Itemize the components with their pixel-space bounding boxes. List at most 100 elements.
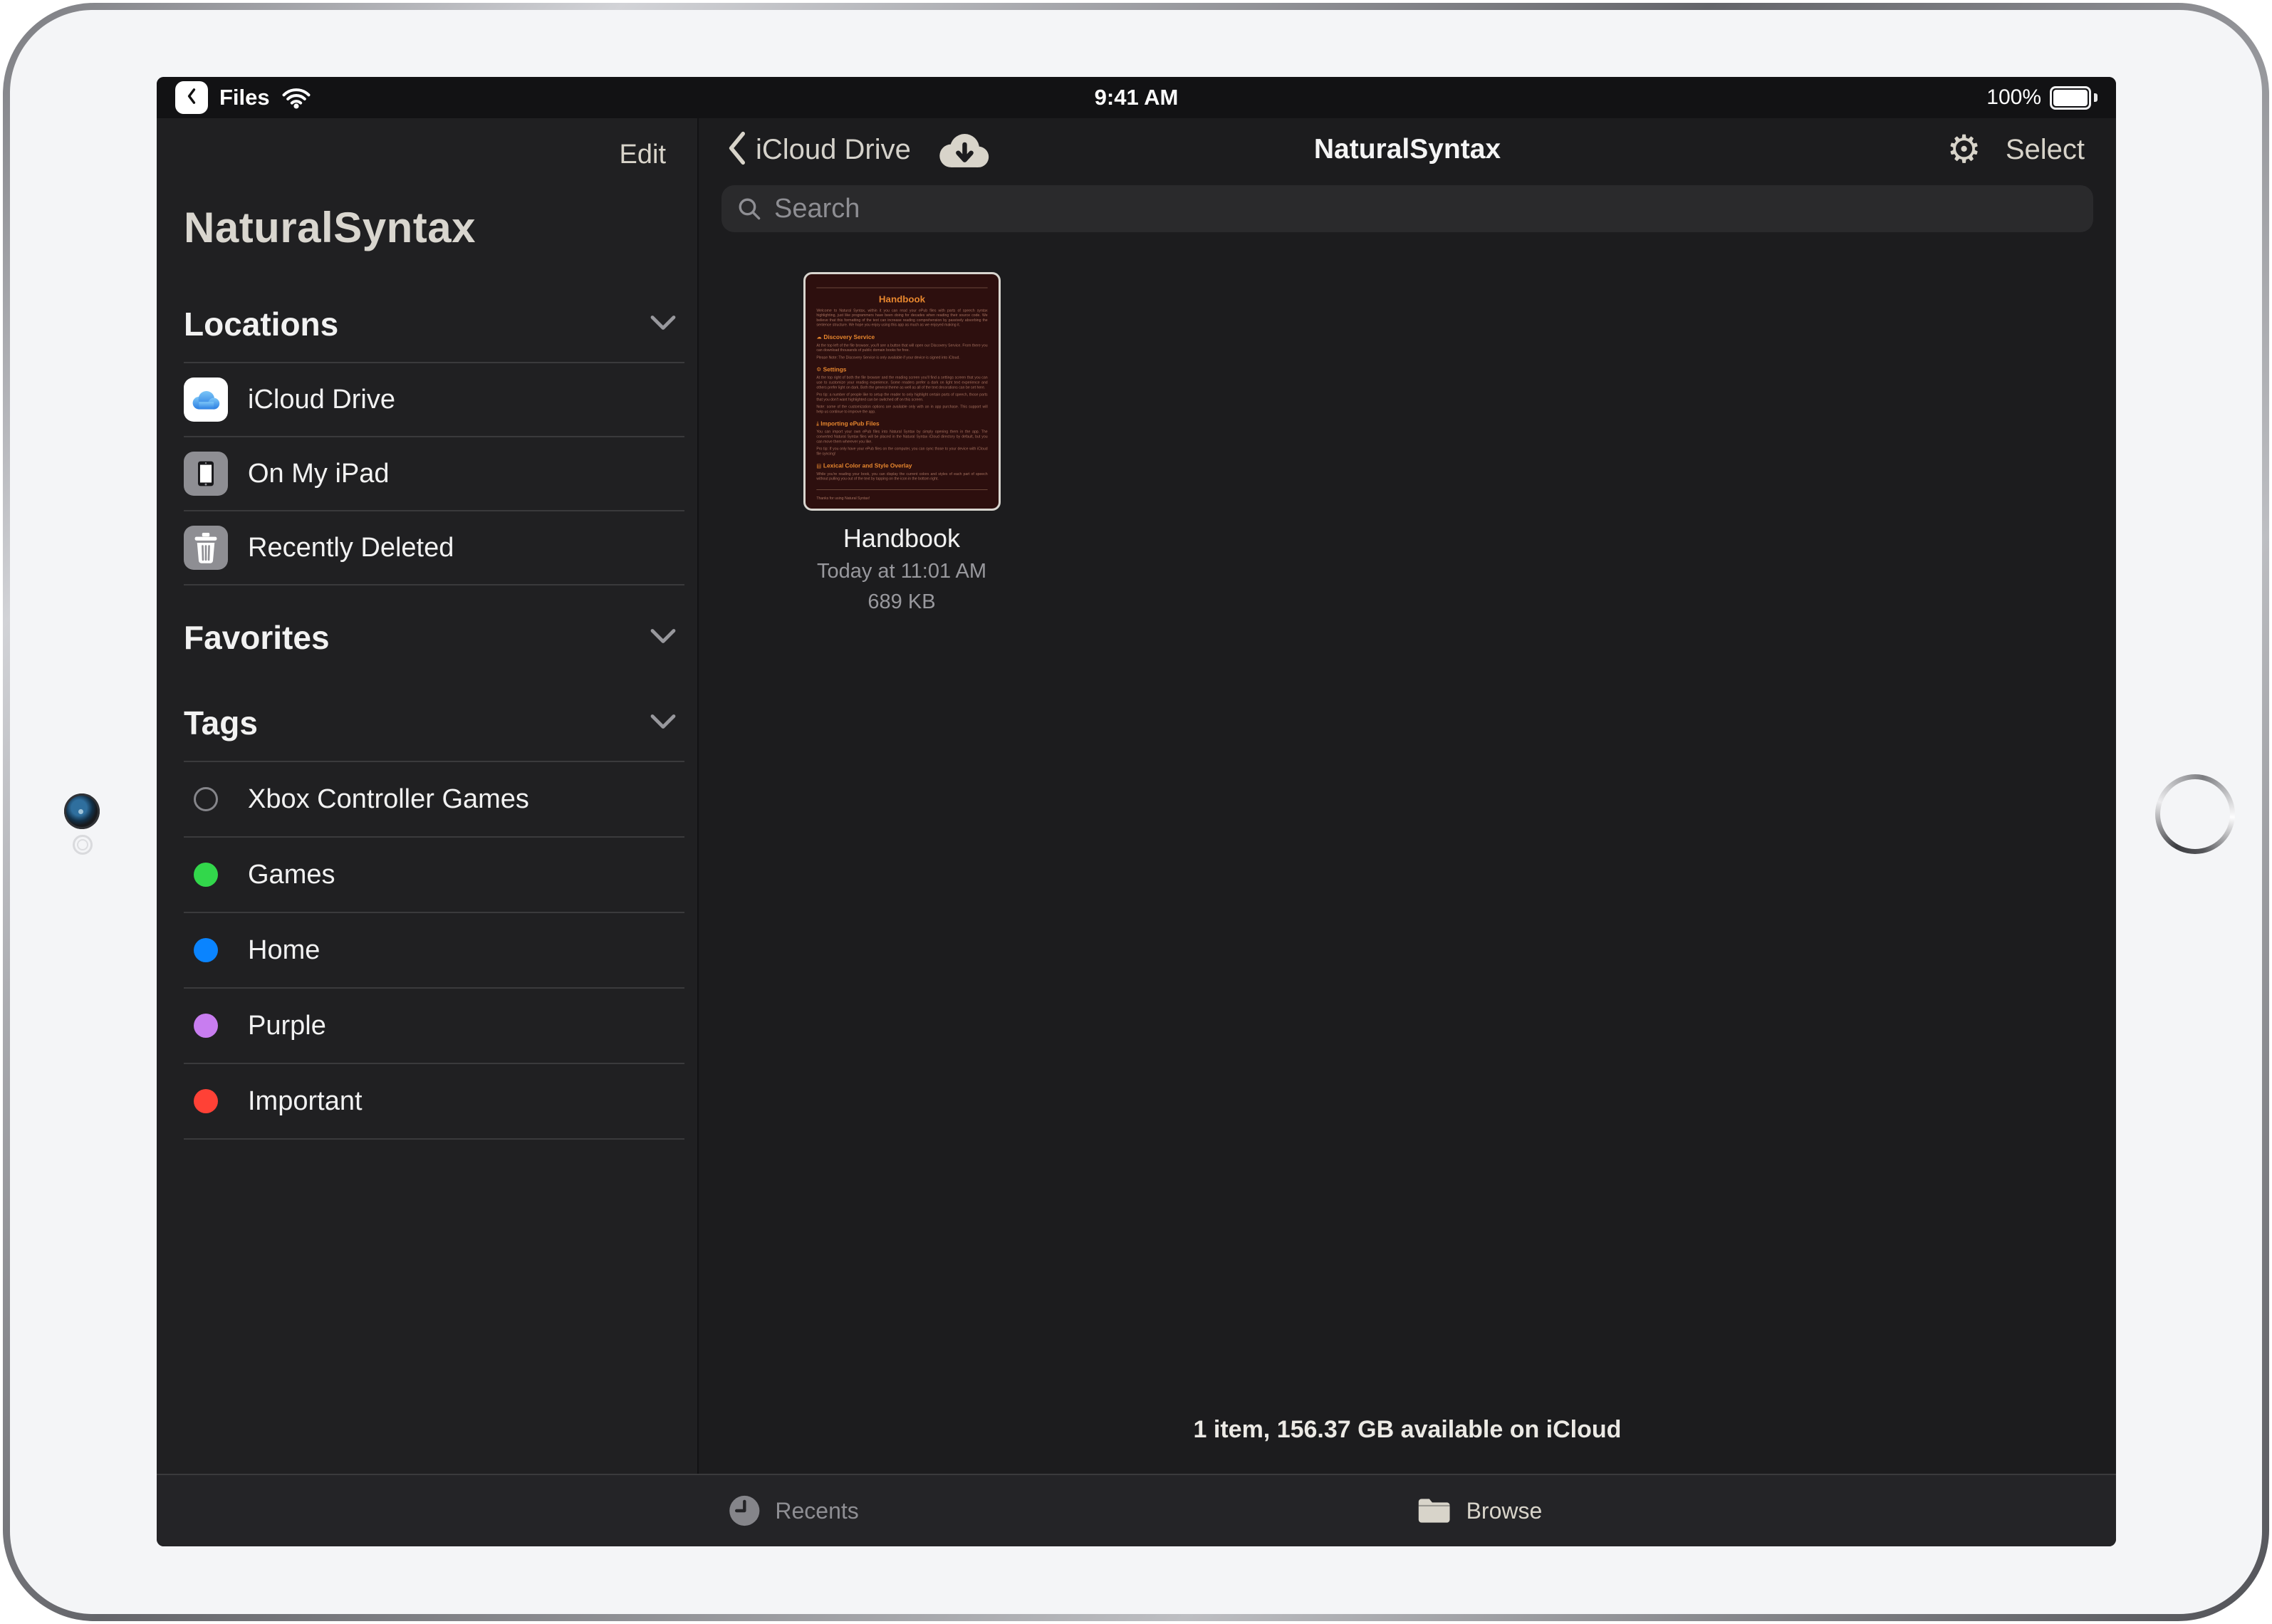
thumb-heading-text: Discovery Service: [823, 334, 875, 341]
sidebar-item-label: On My iPad: [248, 459, 390, 489]
import-icon: ⤓: [816, 421, 818, 427]
battery-tip: [2094, 93, 2098, 102]
search-bar[interactable]: [721, 185, 2093, 232]
sidebar-tag-home[interactable]: Home: [157, 913, 697, 987]
chevron-down-icon: [650, 315, 676, 334]
folder-title: NaturalSyntax: [1314, 134, 1501, 165]
sidebar-item-icloud-drive[interactable]: iCloud Drive: [157, 363, 697, 436]
favorites-heading: Favorites: [184, 618, 330, 657]
thumb-paragraph: At the top right of both the file browse…: [816, 375, 987, 390]
edit-button[interactable]: Edit: [620, 140, 666, 170]
tag-circle-icon: [194, 1089, 218, 1113]
thumb-paragraph: Pro tip: If you only have your ePub file…: [816, 447, 987, 457]
tags-heading: Tags: [184, 704, 258, 742]
back-chevron-icon: [727, 131, 746, 169]
back-to-app-button[interactable]: [175, 81, 208, 114]
sidebar-tag-xbox-controller-games[interactable]: Xbox Controller Games: [157, 762, 697, 836]
tag-circle-icon: [194, 787, 218, 811]
storage-summary: 1 item, 156.37 GB available on iCloud: [699, 1416, 2116, 1444]
tab-browse[interactable]: Browse: [1417, 1497, 1543, 1525]
tab-recents[interactable]: Recents: [728, 1494, 858, 1527]
chevron-down-icon: [650, 628, 676, 647]
thumb-paragraph: You can import your own ePub files into …: [816, 430, 987, 444]
front-camera-glint: [78, 809, 83, 814]
thumbnail-document-preview: Handbook Welcome to Natural Syntax, with…: [806, 274, 999, 509]
thumb-section-heading: ⤓ Importing ePub Files: [816, 420, 987, 427]
sidebar-tag-games[interactable]: Games: [157, 838, 697, 912]
thumb-paragraph: Note: some of the customization options …: [816, 405, 987, 415]
thumb-heading-text: Lexical Color and Style Overlay: [823, 462, 912, 469]
file-item-handbook[interactable]: Handbook Welcome to Natural Syntax, with…: [778, 272, 1025, 615]
tab-label: Browse: [1466, 1498, 1543, 1524]
thumb-closing: Thanks for using Natural Syntax!: [816, 496, 987, 500]
file-modified-date: Today at 11:01 AM: [817, 559, 986, 584]
thumb-paragraph: Please Note: The Discovery Service is on…: [816, 355, 987, 360]
back-button-label: iCloud Drive: [756, 134, 911, 166]
battery-icon: [2050, 86, 2091, 110]
file-size: 689 KB: [867, 590, 935, 615]
tab-label: Recents: [775, 1498, 858, 1524]
thumb-section-heading: ⚙ Settings: [816, 366, 987, 373]
icloud-drive-icon: [184, 378, 228, 422]
thumb-paragraph: Welcome to Natural Syntax, within it you…: [816, 308, 987, 328]
ipad-icon: [184, 452, 228, 496]
tag-label: Purple: [248, 1011, 326, 1041]
navigation-bar: iCloud Drive NaturalSyntax: [699, 118, 2116, 181]
tag-label: Xbox Controller Games: [248, 784, 529, 815]
tag-label: Home: [248, 935, 320, 966]
folder-icon: [1417, 1497, 1452, 1525]
status-bar: Files 9:41 AM 100%: [157, 77, 2116, 118]
search-input[interactable]: [773, 193, 2078, 225]
tab-bar: Recents Browse: [157, 1474, 2116, 1546]
thumb-rule: [816, 489, 987, 490]
file-name: Handbook: [843, 524, 960, 553]
sidebar-tag-purple[interactable]: Purple: [157, 989, 697, 1063]
thumb-paragraph: While you're reading your book, you can …: [816, 472, 987, 482]
back-button[interactable]: iCloud Drive: [727, 131, 911, 169]
chevron-down-icon: [650, 714, 676, 733]
locations-heading: Locations: [184, 305, 338, 343]
thumb-paragraph: Pro tip: a number of people like to setu…: [816, 392, 987, 402]
thumb-title: Handbook: [816, 294, 987, 305]
cloud-download-icon[interactable]: [932, 128, 995, 171]
thumb-section-heading: ☁ Discovery Service: [816, 334, 987, 341]
gear-icon: ⚙: [816, 367, 821, 373]
sidebar-item-label: Recently Deleted: [248, 533, 454, 563]
sidebar-app-title: NaturalSyntax: [184, 203, 697, 252]
sidebar: Edit NaturalSyntax Locations: [157, 118, 699, 1474]
file-browser-main: iCloud Drive NaturalSyntax: [699, 118, 2116, 1474]
divider: [184, 1138, 684, 1140]
sidebar-item-on-my-ipad[interactable]: On My iPad: [157, 437, 697, 510]
tag-label: Games: [248, 860, 335, 890]
favorites-section-header[interactable]: Favorites: [184, 618, 676, 657]
thumb-heading-text: Importing ePub Files: [820, 420, 879, 427]
tag-circle-icon: [194, 938, 218, 962]
sidebar-tag-important[interactable]: Important: [157, 1064, 697, 1138]
cloud-icon: ☁: [816, 334, 821, 340]
screen: Files 9:41 AM 100% Edit NaturalSyntax: [157, 77, 2116, 1546]
locations-section-header[interactable]: Locations: [184, 305, 676, 343]
file-grid: Handbook Welcome to Natural Syntax, with…: [699, 232, 2116, 1474]
thumb-heading-text: Settings: [823, 366, 846, 373]
back-chevron-icon: [186, 87, 197, 109]
sidebar-item-label: iCloud Drive: [248, 385, 395, 415]
settings-gear-icon[interactable]: ⚙: [1947, 130, 1981, 169]
wifi-icon: [281, 87, 311, 109]
sidebar-item-recently-deleted[interactable]: Recently Deleted: [157, 511, 697, 584]
tags-section-header[interactable]: Tags: [184, 704, 676, 742]
tag-circle-icon: [194, 1014, 218, 1038]
ambient-sensor: [73, 835, 93, 855]
tag-label: Important: [248, 1086, 363, 1117]
tag-circle-icon: [194, 863, 218, 887]
home-button[interactable]: [2155, 774, 2235, 854]
thumb-paragraph: At the top left of the file browser, you…: [816, 343, 987, 353]
clock-icon: [728, 1494, 761, 1527]
file-thumbnail[interactable]: Handbook Welcome to Natural Syntax, with…: [803, 272, 1001, 511]
search-icon: [737, 197, 761, 221]
status-app-label: Files: [219, 85, 270, 110]
divider: [184, 584, 684, 585]
thumb-section-heading: ▤ Lexical Color and Style Overlay: [816, 462, 987, 469]
overlay-icon: ▤: [816, 463, 821, 469]
trash-icon: [184, 526, 228, 570]
select-button[interactable]: Select: [2006, 134, 2085, 166]
